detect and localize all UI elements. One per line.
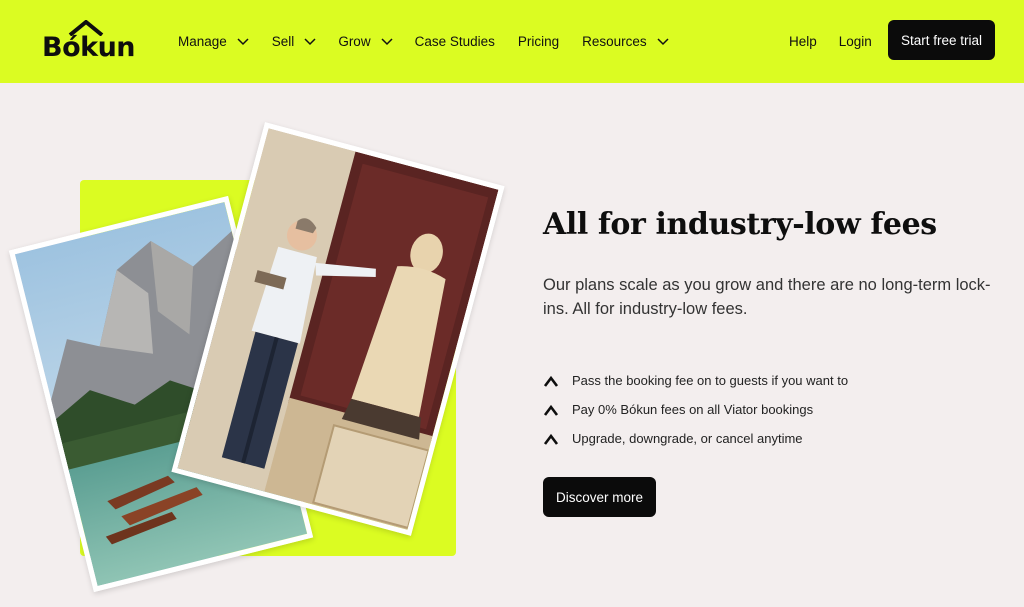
nav-case-studies-label: Case Studies bbox=[414, 34, 495, 49]
nav-pricing[interactable]: Pricing bbox=[518, 34, 559, 49]
feature-list: Pass the booking fee on to guests if you… bbox=[543, 366, 848, 453]
start-free-trial-button[interactable]: Start free trial bbox=[888, 20, 995, 60]
nav-pricing-label: Pricing bbox=[517, 34, 560, 49]
caret-up-icon bbox=[543, 433, 559, 445]
caret-up-icon bbox=[543, 375, 559, 387]
login-link[interactable]: Login bbox=[839, 34, 872, 49]
logo-text: Bókun bbox=[42, 32, 136, 63]
utility-nav: Help Login bbox=[789, 0, 872, 83]
chevron-down-icon bbox=[237, 37, 249, 45]
nav-resources[interactable]: Resources bbox=[582, 34, 670, 49]
feature-text: Upgrade, downgrade, or cancel anytime bbox=[572, 431, 803, 446]
feature-text: Pay 0% Bókun fees on all Viator bookings bbox=[572, 402, 814, 417]
nav-grow[interactable]: Grow bbox=[338, 34, 393, 49]
nav-resources-label: Resources bbox=[582, 34, 647, 49]
main-nav: Manage Sell Grow Case Studies Pricing Re… bbox=[178, 0, 670, 83]
lead-paragraph: Our plans scale as you grow and there ar… bbox=[543, 276, 991, 318]
nav-grow-label: Grow bbox=[338, 34, 371, 49]
discover-more-button[interactable]: Discover more bbox=[543, 477, 656, 517]
chevron-down-icon bbox=[304, 37, 316, 45]
help-link[interactable]: Help bbox=[789, 34, 817, 49]
feature-item: Pass the booking fee on to guests if you… bbox=[543, 366, 848, 395]
caret-up-icon bbox=[543, 404, 559, 416]
nav-case-studies[interactable]: Case Studies bbox=[415, 34, 495, 49]
nav-sell-label: Sell bbox=[271, 34, 295, 49]
chevron-down-icon bbox=[381, 37, 393, 45]
feature-text: Pass the booking fee on to guests if you… bbox=[572, 373, 849, 388]
page-headline: All for industry-low fees bbox=[543, 207, 937, 242]
nav-manage-label: Manage bbox=[178, 34, 227, 49]
feature-item: Pay 0% Bókun fees on all Viator bookings bbox=[543, 395, 848, 424]
nav-manage[interactable]: Manage bbox=[178, 34, 250, 49]
site-header: Bókun Manage Sell Grow Case Studies Pric… bbox=[0, 0, 1024, 83]
bokun-logo[interactable]: Bókun bbox=[42, 20, 138, 64]
nav-sell[interactable]: Sell bbox=[272, 34, 318, 49]
chevron-down-icon bbox=[657, 37, 669, 45]
feature-item: Upgrade, downgrade, or cancel anytime bbox=[543, 424, 848, 453]
